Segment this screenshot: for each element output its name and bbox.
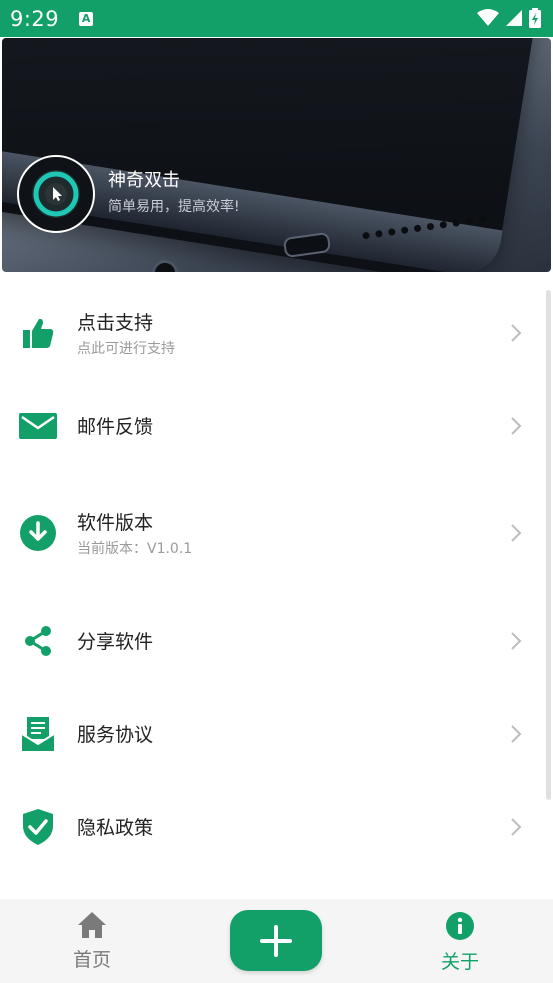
chevron-right-icon [511,416,522,435]
nav-about-label: 关于 [440,951,479,973]
status-bar: 9:29 A [0,0,553,37]
status-indicators [477,8,541,28]
menu-label: 隐私政策 [77,817,154,839]
bottom-navigation: 首页 关于 [0,899,553,983]
chevron-right-icon [511,631,522,650]
cursor-target-icon [32,170,80,218]
chevron-right-icon [511,817,522,836]
nav-home-tab[interactable]: 首页 [50,911,134,972]
chevron-right-icon [511,524,522,542]
shield-check-icon [18,807,58,847]
thumbs-up-icon [18,313,58,353]
menu-item-support[interactable]: 点击支持 点此可进行支持 [0,286,553,379]
menu-label: 服务协议 [77,724,154,746]
home-icon [78,912,106,938]
header-banner: 神奇双击 简单易用，提高效率! [2,38,551,272]
battery-icon [529,8,541,28]
agreement-icon [18,714,58,754]
wifi-icon [477,9,499,26]
plus-icon [260,924,292,957]
info-icon [446,912,474,940]
menu-label: 软件版本 [77,512,154,534]
menu-item-agreement[interactable]: 服务协议 [0,687,553,780]
settings-menu: 点击支持 点此可进行支持 邮件反馈 软件版本 当前版本：V1.0.1 分享软件 … [0,286,553,873]
status-time: 9:29 [10,6,60,31]
signal-icon [506,10,522,26]
menu-label: 邮件反馈 [77,416,154,438]
nav-home-label: 首页 [72,949,111,971]
download-icon [18,513,58,553]
chevron-right-icon [511,323,522,342]
share-icon [18,621,58,661]
version-text: 当前版本：V1.0.1 [77,541,193,557]
nav-about-tab[interactable]: 关于 [418,911,502,974]
menu-item-feedback[interactable]: 邮件反馈 [0,379,553,472]
menu-item-version[interactable]: 软件版本 当前版本：V1.0.1 [0,472,553,594]
mail-icon [18,406,58,446]
menu-label: 分享软件 [77,631,154,653]
add-button[interactable] [230,910,322,971]
menu-label: 点击支持 [77,311,154,334]
menu-item-privacy[interactable]: 隐私政策 [0,780,553,873]
banner-jack [152,260,178,272]
menu-sublabel: 点此可进行支持 [77,340,175,357]
app-logo [17,155,95,233]
chevron-right-icon [511,724,522,743]
app-slogan: 简单易用，提高效率! [108,199,240,215]
menu-item-share[interactable]: 分享软件 [0,594,553,687]
notification-icon: A [79,11,94,26]
app-name: 神奇双击 [108,170,180,191]
